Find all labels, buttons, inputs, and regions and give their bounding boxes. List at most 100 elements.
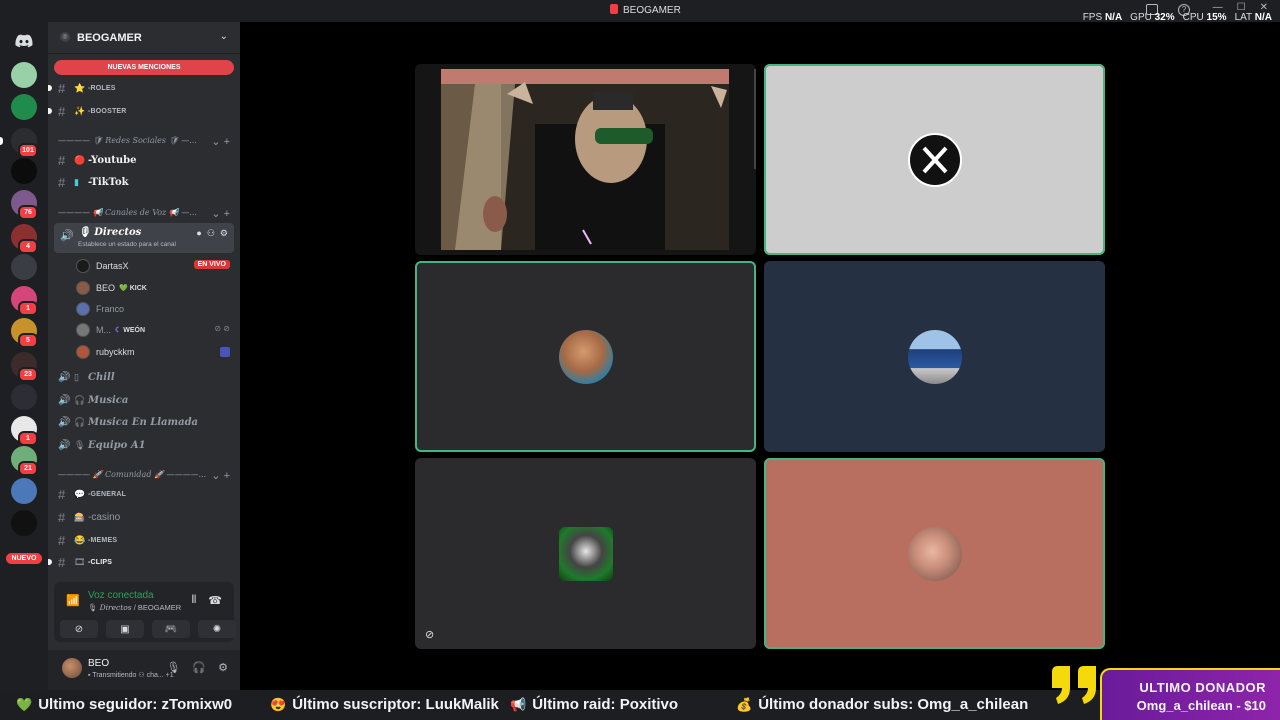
chat-icon[interactable]: ● (196, 228, 201, 239)
discord-home-icon[interactable] (11, 28, 37, 54)
stat-cpu: CPU 15% (1182, 12, 1227, 23)
channel-emoji: ▯ (74, 371, 79, 382)
channel-youtube[interactable]: # 🔴 -Youtube (56, 151, 234, 169)
noise-suppression-icon[interactable]: ⦀ (191, 594, 196, 607)
settings-gear-icon[interactable]: ⚙ (218, 661, 228, 674)
unread-indicator (48, 559, 52, 565)
title-bar: BEOGAMER ? — ☐ ✕ FPS N/A GPU 32% CPU 15%… (0, 0, 1280, 23)
disconnect-icon[interactable]: ☎ (208, 594, 222, 607)
voice-user-row[interactable]: DartasX EN VIVO (76, 256, 234, 276)
video-tile-beo[interactable] (415, 261, 756, 452)
add-channel-icon[interactable]: ⌄ + (211, 470, 230, 479)
voice-channel[interactable]: 🔊 ▯ Chill (56, 368, 234, 386)
voice-channel-actions: ● ⚇ ⚙ (196, 228, 228, 239)
hash-icon: # (58, 80, 66, 96)
voice-channel[interactable]: 🔊 🎧 Musica En Llamada (56, 413, 234, 431)
voice-connected-channel[interactable]: 🎙 Directos / BEOGAMER (88, 603, 181, 612)
camera-off-button[interactable]: ⊘ (60, 620, 98, 638)
ticker-subscriber: 😍 Último suscriptor: LuukMalik (270, 696, 499, 713)
add-channel-icon[interactable]: ⌄ + (211, 136, 230, 145)
new-mentions-button[interactable]: NUEVAS MENCIONES (54, 60, 234, 75)
server-rail: 101 76 4 1 5 23 1 21 NUEVO (0, 22, 48, 690)
avatar (76, 281, 90, 295)
screen-share-button[interactable]: ▣ (106, 620, 144, 638)
server-icon[interactable] (11, 94, 37, 120)
channel-emoji: ✨ (74, 105, 86, 116)
user-tag: 💚 KICK (119, 284, 147, 292)
guild-header[interactable]: ◎ BEOGAMER ⌄ (48, 22, 240, 54)
category-comunidad[interactable]: ———— 🚀 Comunidad 🚀 ————... ⌄ + (58, 470, 234, 479)
voice-connected-title[interactable]: Voz conectada (88, 590, 154, 601)
channel-emoji: ⭐ (74, 82, 86, 93)
voice-channel-directos[interactable]: 🔊 🎙 Directos Establece un estado para el… (54, 223, 234, 253)
channel-label: Musica (88, 394, 129, 406)
user-name[interactable]: BEO (88, 658, 109, 669)
voice-user-row[interactable]: Franco (76, 299, 234, 319)
video-tile-stream[interactable] (415, 64, 756, 255)
speaker-icon: 🔊 (58, 371, 71, 383)
voice-channel[interactable]: 🔊 🎧 Musica (56, 391, 234, 409)
ticker-follower: 💚 Ultimo seguidor: zTomixw0 (16, 696, 233, 713)
video-tile-franco[interactable] (764, 261, 1105, 452)
server-icon[interactable] (11, 158, 37, 184)
money-bag-icon: 💰 (736, 697, 753, 712)
video-tile-m[interactable]: ⊘ (415, 458, 756, 649)
channel-roles[interactable]: # ⭐ -ROLES (48, 79, 234, 97)
voice-channel-status[interactable]: Establece un estado para el canal (78, 241, 176, 248)
user-tag-label: WEÓN (123, 327, 146, 334)
voice-user-row[interactable]: M... ☾ WEÓN ⊘ ⊘ (76, 320, 234, 340)
soundboard-button[interactable]: ✺ (198, 620, 236, 638)
channel-label: Musica En Llamada (88, 416, 199, 428)
category-canales-de-voz[interactable]: ———— 📢 Canales de Voz 📢 —... ⌄ + (58, 208, 234, 217)
channel-emoji: 🎧 (74, 394, 86, 405)
server-icon[interactable] (11, 254, 37, 280)
channel-emoji: 🎙 (74, 439, 86, 450)
voice-user-name: M... (96, 325, 111, 335)
avatar (558, 329, 613, 384)
voice-user-row[interactable]: rubyckkm (76, 342, 234, 362)
activity-button[interactable]: 🎮 (152, 620, 190, 638)
channel-label: -GENERAL (88, 490, 127, 498)
quote-icon (1052, 666, 1096, 704)
chevron-down-icon[interactable]: ⌄ (220, 31, 228, 42)
voice-user-name: BEO (96, 283, 116, 293)
add-channel-icon[interactable]: ⌄ + (211, 208, 230, 217)
guild-name: BEOGAMER (77, 32, 142, 44)
camera-off-icon: ⊘ (425, 629, 435, 641)
video-tile-rubyckkm[interactable] (764, 458, 1105, 649)
text-channel[interactable]: # 🎞 -CLIPS (48, 553, 234, 571)
text-channel[interactable]: # 🎰 -casino (56, 508, 234, 526)
microphone-icon[interactable]: 🎙 (166, 661, 180, 674)
channel-tiktok[interactable]: # ▮ -TikTok (56, 173, 234, 191)
hash-icon: # (58, 554, 66, 570)
channel-label: -Youtube (88, 154, 137, 166)
category-redes-sociales[interactable]: ———— 🛡 Redes Sociales 🛡 —... ⌄ + (58, 136, 234, 145)
voice-actions: ⦀ ☎ (191, 594, 222, 607)
moon-icon: ☾ (115, 327, 122, 334)
text-channel[interactable]: # 😂 -MEMES (56, 531, 234, 549)
voice-user-row[interactable]: BEO 💚 KICK (76, 278, 234, 298)
server-icon[interactable] (11, 62, 37, 88)
mention-badge: 101 (18, 143, 38, 158)
headphones-icon[interactable]: 🎧 (192, 661, 206, 674)
video-tile-dartasx[interactable] (764, 64, 1105, 255)
voice-connected-panel: 📶 Voz conectada 🎙 Directos / BEOGAMER ⦀ … (54, 582, 236, 642)
text-channel[interactable]: # 💬 -GENERAL (56, 485, 234, 503)
hash-icon: # (58, 486, 66, 502)
server-icon[interactable] (11, 510, 37, 536)
voice-channel[interactable]: 🔊 🎙 Equipo A1 (56, 436, 234, 454)
server-icon[interactable] (11, 384, 37, 410)
server-icon[interactable] (11, 478, 37, 504)
add-member-icon[interactable]: ⚇ (207, 228, 215, 239)
avatar (907, 329, 962, 384)
channel-booster[interactable]: # ✨ -BOOSTER (48, 102, 234, 120)
avatar (76, 345, 90, 359)
channel-emoji: 💬 (74, 488, 86, 499)
gear-icon[interactable]: ⚙ (220, 228, 228, 239)
megaphone-icon: 📢 (510, 697, 527, 712)
mention-badge: 23 (18, 367, 38, 382)
user-panel: BEO ▪ Transmitiendo ⚇ cha... +1 🎙 🎧 ⚙ (48, 650, 240, 690)
signal-icon[interactable]: 📶 (66, 594, 80, 607)
avatar[interactable] (62, 658, 82, 678)
voice-user-name: rubyckkm (96, 347, 135, 357)
